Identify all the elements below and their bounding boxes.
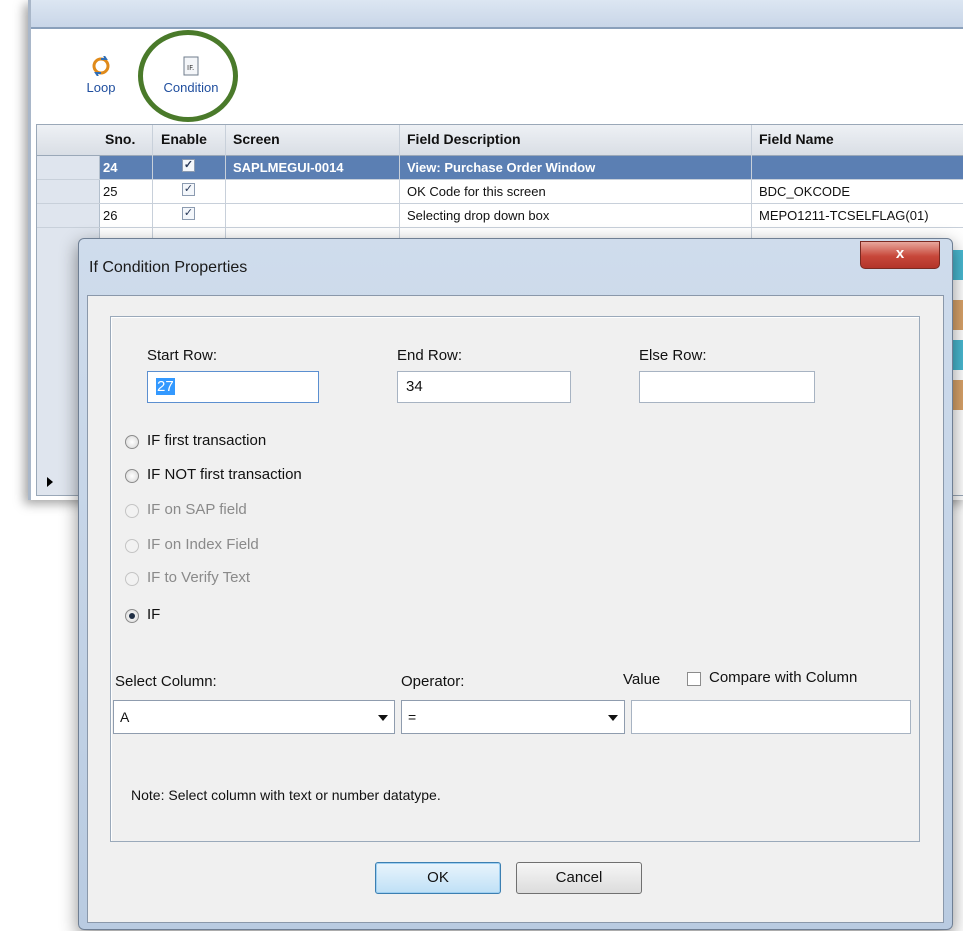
window-top-bar	[31, 0, 963, 29]
radio-label: IF to Verify Text	[147, 569, 251, 586]
radio-if-not-first-transaction[interactable]	[125, 469, 139, 483]
loop-label: Loop	[86, 80, 116, 95]
header-enable[interactable]: Enable	[161, 131, 207, 147]
end-row-value: 34	[406, 378, 423, 395]
select-column-value: A	[120, 709, 130, 725]
enable-checkbox[interactable]: ✓	[182, 159, 195, 172]
cancel-button[interactable]: Cancel	[516, 862, 642, 894]
row-header[interactable]	[37, 180, 100, 203]
cell-field-name: MEPO1211-TCSELFLAG(01)	[759, 208, 929, 223]
grid-header: Sno. Enable Screen Field Description Fie…	[37, 125, 963, 156]
compare-with-column-label: Compare with Column	[709, 669, 858, 686]
dialog-title: If Condition Properties	[89, 259, 248, 276]
loop-icon	[92, 56, 110, 76]
row-color-strip	[952, 300, 963, 330]
if-condition-dialog: If Condition Properties x Start Row: 27 …	[78, 238, 953, 930]
close-button[interactable]: x	[860, 241, 940, 269]
start-row-input[interactable]: 27	[147, 371, 319, 403]
cell-screen: SAPLMEGUI-0014	[233, 160, 344, 175]
cancel-label: Cancel	[555, 869, 603, 886]
condition-group: Start Row: 27 End Row: 34 Else Row: IF f…	[110, 316, 920, 842]
radio-label: IF on Index Field	[147, 536, 259, 553]
ok-label: OK	[427, 869, 449, 886]
radio-if-on-index-field	[125, 539, 139, 553]
compare-with-column-checkbox[interactable]	[687, 672, 701, 686]
operator-value: =	[408, 709, 417, 725]
note-text: Note: Select column with text or number …	[131, 787, 441, 803]
radio-if-to-verify-text	[125, 572, 139, 586]
loop-button[interactable]: Loop	[71, 56, 131, 95]
value-input[interactable]	[631, 700, 911, 734]
select-column-dropdown[interactable]: A	[113, 700, 395, 734]
else-row-input[interactable]	[639, 371, 815, 403]
end-row-label: End Row:	[397, 347, 463, 364]
start-row-label: Start Row:	[147, 347, 218, 364]
enable-checkbox[interactable]: ✓	[182, 183, 195, 196]
radio-label: IF first transaction	[147, 432, 267, 449]
table-row[interactable]: 26 ✓ Selecting drop down box MEPO1211-TC…	[37, 204, 963, 228]
radio-label: IF on SAP field	[147, 501, 247, 518]
table-row[interactable]: 24 ✓ SAPLMEGUI-0014 View: Purchase Order…	[37, 156, 963, 180]
radio-if-on-sap-field	[125, 504, 139, 518]
row-color-strip	[952, 380, 963, 410]
dialog-body: Start Row: 27 End Row: 34 Else Row: IF f…	[87, 295, 944, 923]
chevron-down-icon	[608, 715, 618, 721]
row-color-strip	[952, 250, 963, 280]
cell-field-description: View: Purchase Order Window	[407, 160, 596, 175]
cell-sno: 25	[103, 184, 118, 199]
operator-dropdown[interactable]: =	[401, 700, 625, 734]
cell-field-name: BDC_OKCODE	[759, 184, 851, 199]
header-screen[interactable]: Screen	[233, 131, 280, 147]
cell-sno: 24	[103, 160, 118, 175]
radio-label: IF NOT first transaction	[147, 466, 302, 483]
value-label: Value	[623, 671, 661, 688]
chevron-down-icon	[378, 715, 388, 721]
header-sno[interactable]: Sno.	[105, 131, 135, 147]
row-header[interactable]	[37, 156, 100, 179]
cell-sno: 26	[103, 208, 118, 223]
operator-label: Operator:	[401, 673, 465, 690]
row-header[interactable]	[37, 204, 100, 227]
header-field-description[interactable]: Field Description	[407, 131, 521, 147]
highlight-ring	[138, 30, 238, 122]
ok-button[interactable]: OK	[375, 862, 501, 894]
select-column-label: Select Column:	[115, 673, 217, 690]
radio-if[interactable]	[125, 609, 139, 623]
cell-field-description: OK Code for this screen	[407, 184, 546, 199]
cell-field-description: Selecting drop down box	[407, 208, 550, 223]
start-row-value: 27	[156, 378, 175, 395]
close-icon: x	[895, 245, 905, 262]
radio-if-first-transaction[interactable]	[125, 435, 139, 449]
enable-checkbox[interactable]: ✓	[182, 207, 195, 220]
current-row-arrow-icon	[47, 477, 53, 487]
end-row-input[interactable]: 34	[397, 371, 571, 403]
radio-label: IF	[147, 606, 161, 623]
header-field-name[interactable]: Field Name	[759, 131, 834, 147]
table-row[interactable]: 25 ✓ OK Code for this screen BDC_OKCODE	[37, 180, 963, 204]
row-color-strip	[952, 340, 963, 370]
else-row-label: Else Row:	[639, 347, 707, 364]
